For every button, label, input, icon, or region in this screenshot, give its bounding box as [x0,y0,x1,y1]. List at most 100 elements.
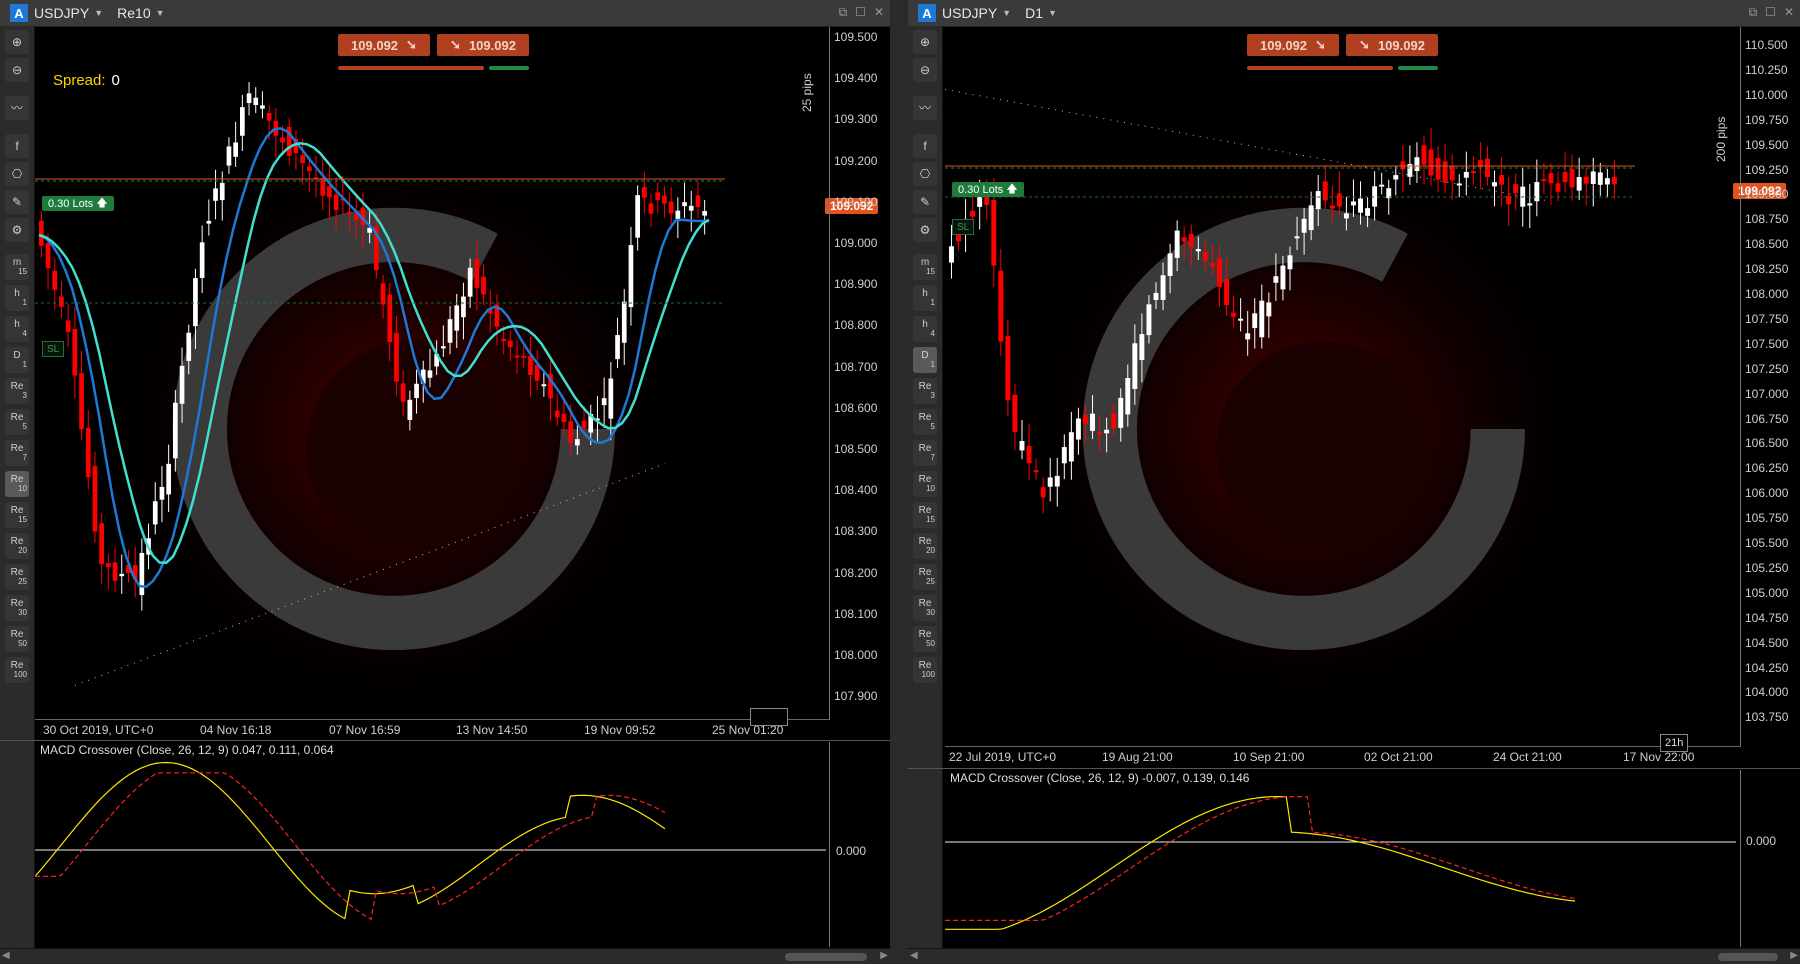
zoom-out-icon[interactable]: ⊖ [913,58,937,82]
bull-candle [1287,255,1293,270]
left-symbol-selector[interactable]: USDJPY ▼ [34,5,103,21]
close-icon[interactable]: ✕ [1784,5,1794,20]
timeframe-re7-button[interactable]: Re 7 [913,440,937,466]
robot-icon[interactable]: ⎔ [5,162,29,186]
right-macd-chart[interactable] [945,770,1740,947]
timeframe-re25-button[interactable]: Re 25 [5,564,29,590]
robot-icon[interactable]: ⎔ [913,162,937,186]
social-icon[interactable]: f [5,134,29,158]
timeframe-re30-button[interactable]: Re 30 [913,595,937,621]
timeframe-re20-button[interactable]: Re 20 [5,533,29,559]
timeframe-re100-button[interactable]: Re 100 [5,657,29,683]
arrow-down-icon: ➘ [1315,37,1326,52]
drawing-icon[interactable]: ✎ [5,190,29,214]
bear-candle [521,356,527,359]
timeframe-d1-button[interactable]: D1 [5,347,29,373]
timeframe-value: 4 [930,329,935,338]
timeframe-re10-button[interactable]: Re 10 [5,471,29,497]
scroll-right-icon[interactable]: ▶ [880,950,888,961]
maximize-icon[interactable]: ☐ [1765,5,1776,20]
right-timeframe-selector[interactable]: D1 ▼ [1025,5,1057,21]
zoom-in-icon[interactable]: ⊕ [913,30,937,54]
timeframe-re25-button[interactable]: Re 25 [913,564,937,590]
price-tick-label: 108.100 [834,606,878,621]
right-time-axis[interactable]: 22 Jul 2019, UTC+0 19 Aug 21:00 10 Sep 21:… [945,746,1740,767]
close-icon[interactable]: ✕ [874,5,884,20]
left-horizontal-scrollbar[interactable]: ◀ ▶ [0,948,890,964]
timeframe-re15-button[interactable]: Re 15 [5,502,29,528]
left-macd-chart[interactable] [35,742,830,947]
right-price-chart[interactable] [945,27,1778,747]
bull-candle [1492,182,1497,187]
zoom-out-icon[interactable]: ⊖ [5,58,29,82]
right-stop-loss[interactable]: SL [952,219,975,235]
chart-settings-icon[interactable]: ⚙ [913,218,937,242]
social-icon[interactable]: f [913,134,937,158]
timeframe-value: 3 [930,391,935,400]
left-sell-button[interactable]: 109.092 ➘ [338,34,430,56]
panel-divider[interactable] [890,0,900,964]
timeframe-re30-button[interactable]: Re 30 [5,595,29,621]
scroll-left-icon[interactable]: ◀ [910,950,918,961]
right-price-axis[interactable]: 110.500 110.250 110.000 109.750 109.500 109.2… [1740,27,1800,747]
bear-candle [300,155,305,164]
indicator-icon[interactable]: 〰 [913,96,937,120]
left-timeframe-selector[interactable]: Re10 ▼ [117,5,164,21]
right-position-lots[interactable]: 0.30 Lots 🡅 [952,182,1024,197]
timeframe-h1-button[interactable]: h1 [5,285,29,311]
bear-candle [1499,175,1505,185]
right-buy-button[interactable]: ➘ 109.092 [1346,34,1438,56]
timeframe-re100-button[interactable]: Re 100 [913,657,937,683]
bear-candle [45,242,51,269]
right-sell-button[interactable]: 109.092 ➘ [1247,34,1339,56]
bull-candle [1294,236,1300,239]
right-symbol-selector[interactable]: USDJPY ▼ [942,5,1011,21]
timeframe-re50-button[interactable]: Re 50 [5,626,29,652]
right-scroll-thumb[interactable] [1718,953,1778,961]
bull-candle [1273,276,1279,283]
bear-candle [474,258,480,288]
left-time-axis[interactable]: 30 Oct 2019, UTC+0 04 Nov 16:18 07 Nov 16:… [35,719,829,740]
signal-line [945,796,1576,921]
left-price-chart[interactable] [35,27,830,720]
popout-icon[interactable]: ⧉ [839,5,848,20]
timeframe-m15-button[interactable]: m 15 [913,254,937,280]
timeframe-label: Re [918,412,932,423]
zoom-in-icon[interactable]: ⊕ [5,30,29,54]
left-position-lots[interactable]: 0.30 Lots 🡅 [42,196,114,211]
left-price-axis[interactable]: 109.500 109.400 109.300 109.200 109.100 109.0… [829,27,890,720]
popout-icon[interactable]: ⧉ [1749,5,1758,20]
scroll-right-icon[interactable]: ▶ [1790,950,1798,961]
left-buy-button[interactable]: ➘ 109.092 [437,34,529,56]
timeframe-d1-button[interactable]: D1 [913,347,937,373]
right-horizontal-scrollbar[interactable]: ◀ ▶ [908,948,1800,964]
timeframe-re5-button[interactable]: Re 5 [913,409,937,435]
timeframe-h4-button[interactable]: h4 [913,316,937,342]
arrow-up-icon: 🡅 [96,197,108,209]
timeframe-re10-button[interactable]: Re 10 [913,471,937,497]
bull-candle [461,296,466,318]
bear-candle [347,211,352,214]
timeframe-re20-button[interactable]: Re 20 [913,533,937,559]
drawing-icon[interactable]: ✎ [913,190,937,214]
bull-candle [1167,253,1173,276]
timeframe-re3-button[interactable]: Re 3 [5,378,29,404]
timeframe-re3-button[interactable]: Re 3 [913,378,937,404]
timeframe-h1-button[interactable]: h1 [913,285,937,311]
timeframe-h4-button[interactable]: h4 [5,316,29,342]
bull-candle [1132,343,1138,389]
timeframe-re50-button[interactable]: Re 50 [913,626,937,652]
signal-line [35,772,666,921]
timeframe-re7-button[interactable]: Re 7 [5,440,29,466]
left-scroll-latest[interactable] [750,708,788,726]
indicator-icon[interactable]: 〰 [5,96,29,120]
bear-candle [1513,184,1519,194]
chart-settings-icon[interactable]: ⚙ [5,218,29,242]
left-scroll-thumb[interactable] [785,953,867,961]
left-stop-loss[interactable]: SL [42,341,65,357]
scroll-left-icon[interactable]: ◀ [2,950,10,961]
maximize-icon[interactable]: ☐ [855,5,866,20]
timeframe-re15-button[interactable]: Re 15 [913,502,937,528]
timeframe-re5-button[interactable]: Re 5 [5,409,29,435]
timeframe-m15-button[interactable]: m 15 [5,254,29,280]
